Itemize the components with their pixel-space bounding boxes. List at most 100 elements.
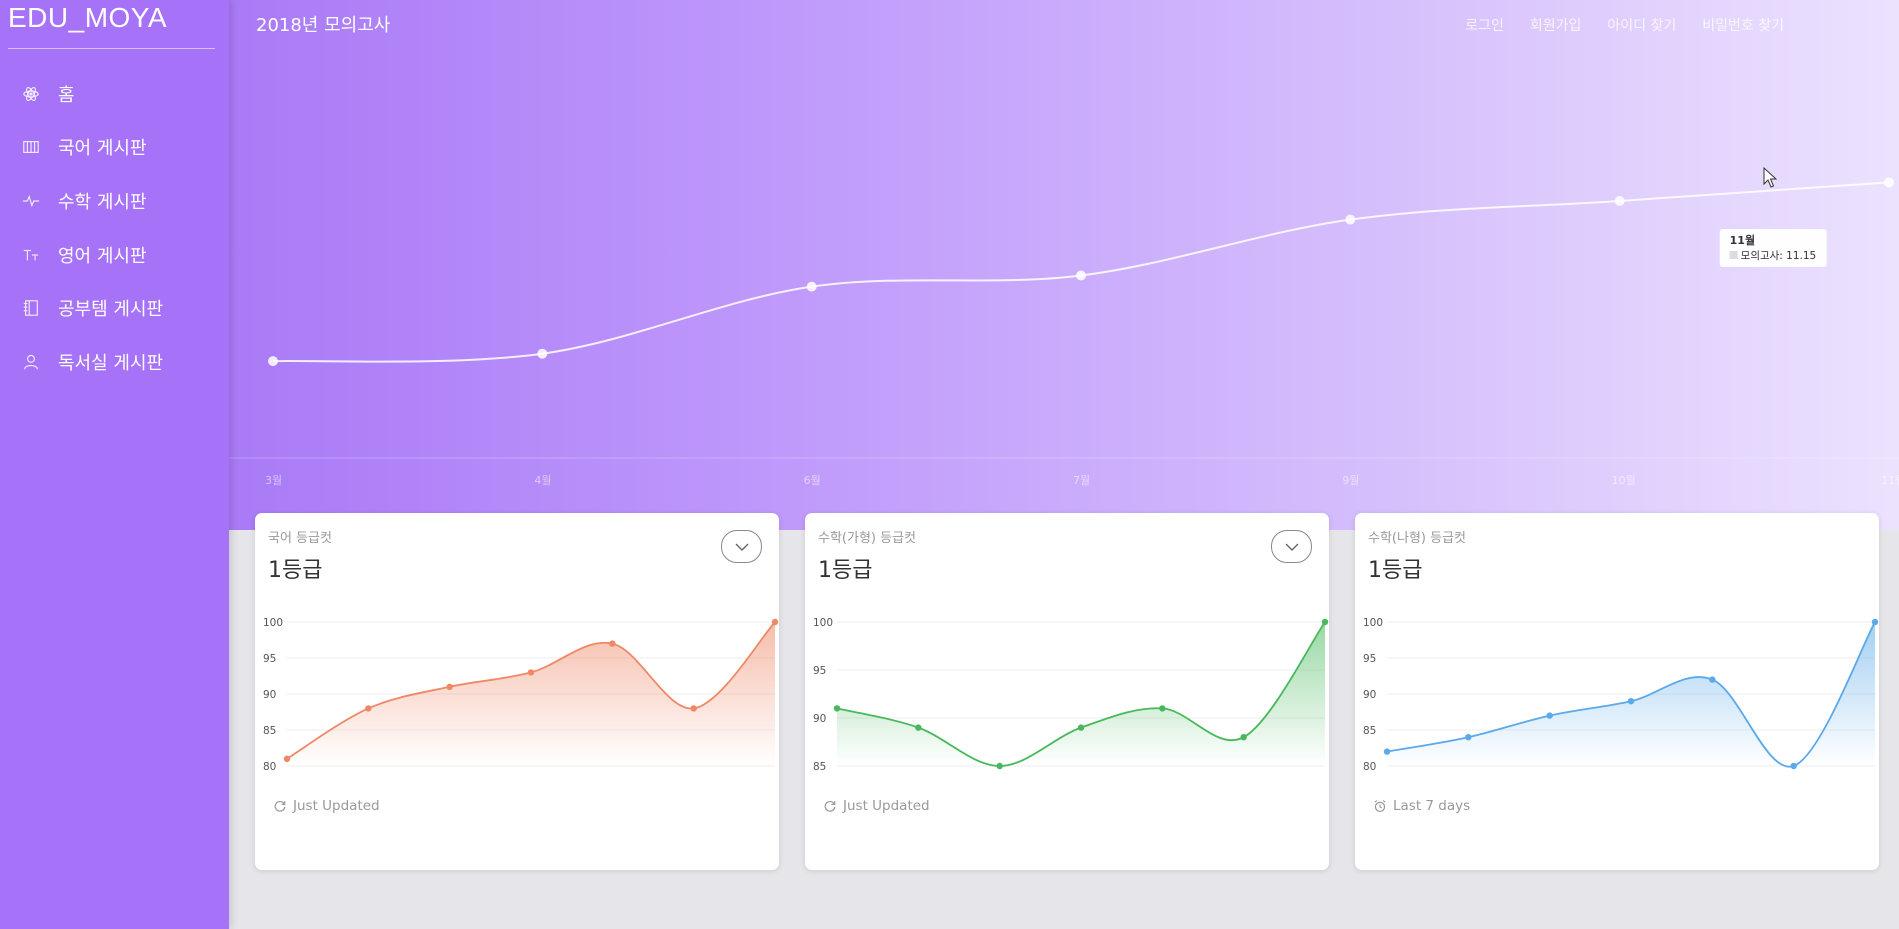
hero-x-tick: 11월: [1881, 474, 1899, 487]
data-point: [771, 618, 779, 626]
data-point: [1465, 734, 1472, 741]
hero-tooltip: 11월모의고사: 11.15: [1719, 229, 1827, 267]
card-math-a: 수학(가형) 등급컷 1등급 85 90 95 100 Just Updated: [805, 513, 1329, 870]
card-category: 수학(가형) 등급컷: [818, 531, 916, 546]
data-point: [283, 755, 291, 762]
refresh-icon: [824, 800, 836, 812]
card-footer: Last 7 days: [1373, 798, 1470, 814]
hero-line-chart[interactable]: 3월4월6월7월9월10월11월11월모의고사: 11.15: [229, 0, 1899, 530]
brand-divider: [8, 48, 215, 49]
sidebar: EDU_MOYA 홈 국어 게시판 수학 게시판 영어 게시판 공부템 게시판 …: [0, 0, 229, 929]
sidebar-item-english[interactable]: 영어 게시판: [0, 228, 229, 282]
data-point: [996, 762, 1003, 770]
tooltip-swatch: [1729, 251, 1738, 259]
y-tick: 90: [813, 713, 826, 725]
card-grade: 1등급: [818, 558, 873, 583]
data-point: [915, 724, 922, 731]
hero-x-tick: 7월: [1073, 474, 1090, 487]
y-tick: 90: [263, 689, 276, 701]
sidebar-item-label: 국어 게시판: [58, 138, 147, 160]
sidebar-nav: 홈 국어 게시판 수학 게시판 영어 게시판 공부템 게시판 독서실 게시판: [0, 67, 229, 389]
footer-text: Last 7 days: [1393, 798, 1471, 814]
footer-text: Just Updated: [293, 798, 380, 814]
sidebar-item-label: 수학 게시판: [58, 191, 147, 213]
sidebar-item-label: 영어 게시판: [58, 245, 147, 267]
hero-point: [1076, 270, 1086, 281]
y-tick: 95: [1363, 653, 1376, 665]
chevron-down-icon: [1285, 543, 1298, 551]
card-grade: 1등급: [1368, 558, 1423, 583]
hero-point: [806, 281, 817, 292]
card-grade: 1등급: [268, 558, 323, 583]
dropdown-button[interactable]: [1271, 530, 1312, 563]
data-point: [365, 705, 372, 712]
card-footer: Just Updated: [823, 798, 930, 814]
card-category: 수학(나형) 등급컷: [1368, 531, 1466, 546]
data-point: [446, 683, 453, 690]
sidebar-item-label: 독서실 게시판: [58, 352, 164, 374]
data-point: [527, 669, 535, 676]
dropdown-button[interactable]: [721, 530, 762, 563]
tooltip-title: 11월: [1730, 233, 1755, 247]
brand-logo[interactable]: EDU_MOYA: [8, 2, 167, 34]
hero-point: [268, 356, 278, 367]
data-point: [609, 640, 616, 647]
sidebar-item-math[interactable]: 수학 게시판: [0, 174, 229, 228]
hero-x-tick: 4월: [534, 474, 551, 487]
y-tick: 85: [263, 725, 276, 737]
data-point: [1077, 724, 1085, 731]
data-point: [1709, 676, 1716, 683]
data-point: [1871, 618, 1879, 626]
grade-area-chart[interactable]: 80 85 90 95 100: [255, 603, 779, 773]
grade-area-chart[interactable]: 85 90 95 100: [805, 603, 1329, 773]
y-tick: 80: [1363, 761, 1376, 773]
y-tick: 85: [1363, 725, 1376, 737]
hero-point: [1345, 214, 1356, 225]
chevron-down-icon: [735, 543, 748, 551]
sidebar-item-home[interactable]: 홈: [0, 67, 229, 121]
data-point: [1240, 734, 1247, 741]
pulse-icon: [21, 191, 41, 211]
card-math-b: 수학(나형) 등급컷 1등급 80 85 90 95 100 Last 7 days: [1355, 513, 1879, 870]
sidebar-item-study-items[interactable]: 공부템 게시판: [0, 281, 229, 335]
card-korean: 국어 등급컷 1등급 80 85 90 95 100 Just Updated: [255, 513, 779, 870]
sidebar-item-reading-room[interactable]: 독서실 게시판: [0, 335, 229, 389]
hero-point: [537, 348, 548, 359]
data-point: [1546, 712, 1553, 719]
sidebar-item-label: 공부템 게시판: [58, 299, 164, 321]
y-tick: 95: [263, 653, 276, 665]
data-point: [1159, 705, 1166, 712]
data-point: [690, 705, 697, 712]
data-point: [833, 705, 841, 712]
y-tick: 80: [263, 761, 276, 773]
footer-text: Just Updated: [843, 798, 930, 814]
data-point: [1321, 618, 1329, 626]
hero-x-tick: 6월: [804, 474, 821, 487]
hero-point: [1884, 177, 1894, 188]
data-point: [1383, 748, 1391, 755]
y-tick: 100: [1363, 617, 1383, 629]
card-category: 국어 등급컷: [268, 531, 332, 546]
hero-x-tick: 3월: [265, 474, 282, 487]
hero-x-tick: 9월: [1342, 474, 1359, 487]
grade-area-chart[interactable]: 80 85 90 95 100: [1355, 603, 1879, 773]
hero-x-tick: 10월: [1612, 474, 1636, 487]
data-point: [1627, 698, 1635, 705]
sidebar-item-label: 홈: [58, 84, 75, 106]
sidebar-item-korean[interactable]: 국어 게시판: [0, 121, 229, 175]
refresh-icon: [274, 800, 286, 812]
y-tick: 100: [813, 617, 833, 629]
y-tick: 95: [813, 665, 826, 677]
data-point: [1790, 762, 1797, 770]
y-tick: 90: [1363, 689, 1376, 701]
tooltip-value: 모의고사: 11.15: [1741, 250, 1817, 262]
mouse-cursor-icon: [1763, 167, 1777, 188]
hero-panel: 2018년 모의고사 로그인 회원가입 아이디 찾기 비밀번호 찾기 3월 4월 6…: [229, 0, 1899, 530]
atom-icon: [21, 84, 41, 104]
y-tick: 100: [263, 617, 283, 629]
alarm-clock-icon: [1374, 800, 1386, 813]
series-area: [837, 622, 1325, 766]
notebook-icon: [21, 298, 41, 318]
card-footer: Just Updated: [273, 798, 380, 814]
hero-point: [1614, 195, 1625, 206]
